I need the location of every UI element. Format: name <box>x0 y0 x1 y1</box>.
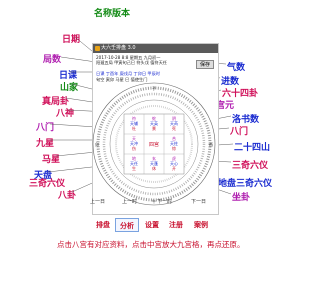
mountain-label-n: 子 <box>152 85 156 91</box>
tab-paipan[interactable]: 排盘 <box>92 218 114 232</box>
prev-hour-button[interactable]: 上一时 <box>122 198 137 205</box>
app-title-bar: 大六壬排盘 3.0 <box>93 44 218 53</box>
next-day-button[interactable]: 下一日 <box>191 198 206 205</box>
mountain-label-s: 午 <box>152 198 156 204</box>
app-icon <box>95 46 100 51</box>
info-bureau: 阳遁五局 甲寅旬己巳 符头戊 值符天任 <box>96 60 167 65</box>
palace-gate: 伤 <box>132 145 136 151</box>
tab-register[interactable]: 注册 <box>165 218 187 232</box>
palace-gate: 开 <box>172 166 176 171</box>
palace-gate: 生 <box>132 165 136 171</box>
palace-gate: 杜 <box>132 125 136 131</box>
next-hour-button[interactable]: 下一时 <box>157 198 172 205</box>
prev-day-button[interactable]: 上一日 <box>90 198 105 205</box>
palace-gate: 景 <box>152 125 156 131</box>
app-title: 大六壬排盘 3.0 <box>101 45 136 51</box>
palace-gate: 惊 <box>172 145 176 151</box>
center-palace-label: 四宫 <box>149 141 159 148</box>
info-day-lesson: 日课 丁酉年 庚戌月 丁卯日 甲辰时 <box>96 71 160 76</box>
tab-analysis[interactable]: 分析 <box>115 218 139 232</box>
tab-cases[interactable]: 案例 <box>189 218 213 232</box>
mountain-label-e: 酉 <box>209 142 213 147</box>
bottom-tab-bar: 排盘 分析 设置 注册 案例 <box>92 218 217 232</box>
mountain-label-w: 卯 <box>95 141 99 147</box>
palace-gate: 休 <box>152 165 156 171</box>
save-button[interactable]: 保存 <box>195 60 214 69</box>
tab-settings[interactable]: 设置 <box>141 218 163 232</box>
qimen-plate: 子 午 卯 酉 符天辅杜蛇天英景阴天芮死合天柱惊虎天心开玄天蓬休地天任生天天冲伤… <box>92 82 216 206</box>
palace-gate: 死 <box>172 126 176 131</box>
footer-note: 点击八宫有对应资料，点击中宫放大九宫格，再点还原。 <box>57 240 245 249</box>
